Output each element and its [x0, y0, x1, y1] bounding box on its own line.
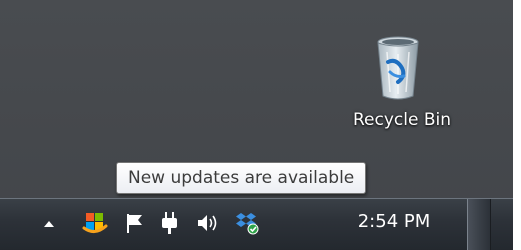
windows-update-icon[interactable] [82, 210, 108, 236]
taskbar: 2:54 PM [0, 198, 513, 250]
recycle-bin-icon [377, 36, 419, 100]
speaker-volume-icon[interactable] [194, 210, 220, 236]
screen-edge [513, 0, 521, 250]
power-plug-icon[interactable] [157, 210, 183, 236]
chevron-up-icon[interactable] [40, 215, 58, 233]
update-notification-tooltip[interactable]: New updates are available [116, 162, 367, 194]
desktop: Recycle Bin New updates are available 2:… [0, 0, 521, 250]
recycle-bin-shortcut[interactable]: Recycle Bin [340, 36, 464, 144]
dropbox-sync-icon[interactable] [234, 210, 260, 236]
show-desktop-button[interactable] [467, 199, 491, 250]
recycle-bin-label: Recycle Bin [352, 110, 451, 130]
taskbar-clock[interactable]: 2:54 PM [330, 209, 458, 235]
action-center-flag-icon[interactable] [122, 210, 148, 236]
